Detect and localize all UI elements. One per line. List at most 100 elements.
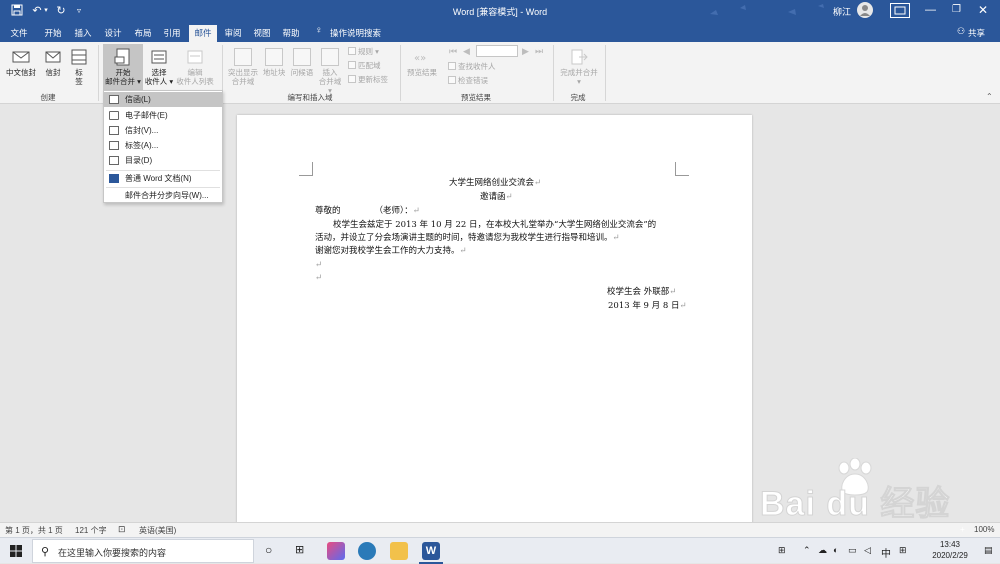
restore-icon[interactable]: ❐: [952, 4, 961, 15]
title-decoration: [710, 4, 824, 15]
find-recipient-button[interactable]: 查找收件人: [448, 61, 496, 72]
file-explorer-icon[interactable]: [390, 542, 408, 560]
doc-body-line-1[interactable]: 校学生会兹定于 2013 年 10 月 22 日，在本校大礼堂举办“大学生网络创…: [333, 219, 656, 232]
cn-envelope-button[interactable]: 中文信封: [4, 48, 38, 77]
battery-icon[interactable]: ▭: [848, 545, 857, 556]
menu-item-letters[interactable]: 信函(L): [104, 92, 222, 107]
next-record-icon[interactable]: ▶: [522, 46, 529, 57]
taskbar-search-box[interactable]: ⚲ 在这里输入你要搜索的内容: [32, 539, 254, 563]
browser-icon[interactable]: [358, 542, 376, 560]
menu-item-wizard[interactable]: 邮件合并分步向导(W)...: [104, 188, 222, 203]
search-icon: ⚲: [41, 546, 50, 558]
ime-mode-icon[interactable]: ⊞: [899, 545, 907, 556]
tab-home[interactable]: 开始: [40, 25, 66, 42]
volume-icon[interactable]: ◐: [833, 545, 838, 555]
language[interactable]: 英语(美国): [139, 525, 176, 536]
zoom-plus-icon[interactable]: +: [960, 525, 965, 534]
menu-item-labels[interactable]: 标签(A)...: [104, 138, 222, 153]
undo-dropdown-icon[interactable]: ▾: [42, 4, 50, 18]
save-icon[interactable]: [10, 4, 24, 18]
tab-mailings[interactable]: 邮件: [189, 25, 217, 42]
minimize-icon[interactable]: —: [925, 4, 936, 16]
select-recipients-button[interactable]: 选择 收件人 ▾: [143, 48, 175, 86]
empty-paragraph[interactable]: ↵: [315, 272, 322, 285]
group-separator: [400, 45, 401, 101]
envelope-icon: [45, 51, 61, 63]
word-app-icon[interactable]: W: [422, 542, 440, 560]
zoom-level[interactable]: 100%: [974, 525, 994, 534]
menu-item-envelopes[interactable]: 信封(V)...: [104, 123, 222, 138]
word-count[interactable]: 121 个字: [75, 525, 107, 536]
envelope-icon: [109, 126, 119, 135]
avatar[interactable]: [857, 2, 873, 18]
tell-me-search[interactable]: 操作说明搜索: [330, 25, 382, 42]
ime-indicator[interactable]: 中: [881, 545, 891, 560]
share-icon[interactable]: ⚇: [957, 26, 965, 37]
menu-item-email[interactable]: 电子邮件(E): [104, 108, 222, 123]
ribbon-display-options-icon[interactable]: [890, 3, 910, 18]
share-button[interactable]: 共享: [968, 27, 985, 39]
tray-app-icon[interactable]: ⊞: [778, 545, 786, 556]
doc-signature-date[interactable]: 2013 年 9 月 8 日↵: [608, 300, 687, 313]
tab-help[interactable]: 帮助: [278, 25, 304, 42]
match-fields-button[interactable]: 匹配域: [348, 60, 381, 71]
highlight-merge-fields-button[interactable]: 突出显示 合并域: [226, 48, 260, 86]
document-page[interactable]: 大学生网络创业交流会↵ 邀请函↵ 尊敬的 （老师）：↵ 校学生会兹定于 2013 …: [237, 115, 752, 535]
network-icon[interactable]: ☁: [818, 545, 827, 556]
user-name[interactable]: 柳江: [833, 5, 851, 18]
tab-review[interactable]: 审阅: [220, 25, 246, 42]
windows-start-icon[interactable]: [10, 545, 22, 557]
doc-body-line-3[interactable]: 谢谢您对我校学生会工作的大力支持。↵: [315, 245, 467, 258]
tab-insert[interactable]: 插入: [70, 25, 96, 42]
doc-title[interactable]: 大学生网络创业交流会↵: [449, 177, 541, 190]
clock-date[interactable]: 2020/2/29: [922, 551, 978, 560]
group-label-preview: 预览结果: [461, 93, 491, 102]
greeting-line-icon: [293, 48, 311, 66]
finish-merge-button[interactable]: 完成并合并 ▾: [558, 48, 600, 86]
record-number-input[interactable]: [476, 45, 518, 57]
svg-text:«»: «»: [414, 53, 426, 64]
greeting-line-button[interactable]: 问候语: [288, 48, 316, 77]
task-view-icon[interactable]: ⊞: [295, 543, 304, 556]
labels-button[interactable]: 标 签: [68, 48, 90, 86]
check-errors-button[interactable]: 检查错误: [448, 75, 488, 86]
app-icon-pink[interactable]: [327, 542, 345, 560]
doc-subtitle[interactable]: 邀请函↵: [480, 191, 513, 204]
doc-salutation[interactable]: 尊敬的 （老师）：↵: [315, 205, 420, 218]
clock-time[interactable]: 13:43: [930, 540, 970, 549]
tab-file[interactable]: 文件: [6, 25, 32, 42]
show-hidden-icons-icon[interactable]: ⌃: [803, 545, 811, 556]
redo-icon[interactable]: ↻: [54, 4, 68, 18]
customize-qat-icon[interactable]: ▿: [72, 4, 86, 18]
doc-body-line-2[interactable]: 活动，并设立了分会场演讲主题的时间，特邀请您为我校学生进行指导和培训。↵: [315, 232, 620, 245]
address-block-button[interactable]: 地址块: [260, 48, 288, 77]
speaker-icon[interactable]: ◁: [864, 545, 871, 556]
notification-icon[interactable]: ▤: [984, 545, 993, 556]
previous-record-icon[interactable]: ◀: [463, 46, 470, 57]
edit-recipient-list-button[interactable]: 编辑 收件人列表: [175, 48, 215, 86]
start-mail-merge-button[interactable]: 开始 邮件合并 ▾: [103, 44, 143, 90]
collapse-ribbon-icon[interactable]: ⌃: [986, 92, 993, 101]
cortana-icon[interactable]: ○: [265, 543, 272, 557]
tab-layout[interactable]: 布局: [130, 25, 156, 42]
doc-signature-org[interactable]: 校学生会 外联部↵: [607, 286, 676, 299]
close-icon[interactable]: ✕: [978, 3, 988, 17]
last-record-icon[interactable]: ⏭: [535, 46, 543, 57]
rules-button[interactable]: 规则 ▾: [348, 46, 379, 57]
first-record-icon[interactable]: ⏮: [449, 46, 457, 57]
preview-results-button[interactable]: «» 预览结果: [404, 48, 440, 77]
menu-item-directory[interactable]: 目录(D): [104, 153, 222, 168]
tab-design[interactable]: 设计: [100, 25, 126, 42]
page-count[interactable]: 第 1 页，共 1 页: [5, 525, 63, 536]
proofing-icon[interactable]: ⊡: [118, 524, 126, 535]
empty-paragraph[interactable]: ↵: [315, 259, 322, 272]
update-labels-button[interactable]: 更新标签: [348, 74, 388, 85]
email-icon: [109, 111, 119, 120]
envelope-button[interactable]: 信封: [42, 48, 64, 77]
menu-item-normal-document[interactable]: 普通 Word 文档(N): [104, 171, 222, 186]
tab-view[interactable]: 视图: [249, 25, 275, 42]
tab-references[interactable]: 引用: [159, 25, 185, 42]
group-label-create: 创建: [40, 93, 56, 102]
insert-merge-field-button[interactable]: 插入 合并域 ▾: [316, 48, 344, 95]
taskbar: ⚲ 在这里输入你要搜索的内容 ○ ⊞ W ⊞ ⌃ ☁ ◐ ▭ ◁ 中 ⊞ 13:…: [0, 537, 1000, 564]
